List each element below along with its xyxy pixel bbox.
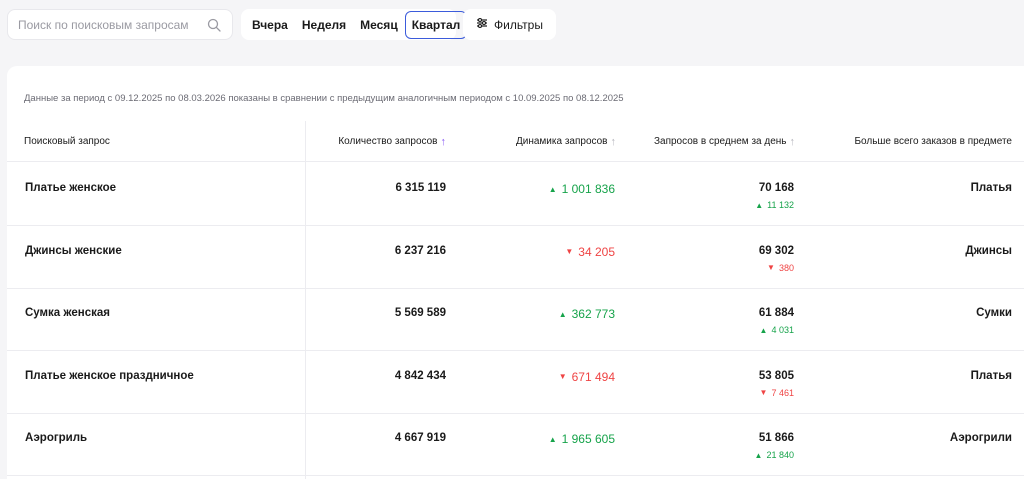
period-quarter-button[interactable]: Квартал	[404, 10, 468, 39]
avg-delta-value: 4 031	[771, 325, 794, 335]
avg-per-day: 61 884	[758, 307, 794, 319]
column-dynamics[interactable]: Динамика запросов ↑	[516, 121, 616, 162]
top-toolbar: Вчера Неделя Месяц Квартал Фильтры	[0, 0, 1024, 60]
query-text[interactable]: Джинсы женские	[25, 245, 122, 257]
avg-delta: ▼ 380	[767, 263, 794, 273]
triangle-down-icon: ▼	[759, 388, 768, 397]
triangle-down-icon: ▼	[767, 263, 775, 272]
triangle-up-icon: ▲	[558, 309, 567, 319]
column-query-label: Поисковый запрос	[24, 136, 110, 147]
query-text[interactable]: Аэрогриль	[25, 432, 87, 444]
search-box[interactable]	[7, 9, 233, 40]
dynamics-value: 34 205	[578, 244, 615, 259]
column-subject: Больше всего заказов в предмете	[854, 121, 1012, 162]
query-count: 6 315 119	[395, 182, 446, 194]
triangle-up-icon: ▲	[754, 450, 763, 460]
avg-delta-value: 380	[778, 262, 794, 273]
column-dynamics-label: Динамика запросов	[515, 136, 608, 147]
period-selector: Вчера Неделя Месяц Квартал	[241, 9, 468, 40]
avg-per-day: 53 805	[758, 369, 794, 382]
query-dynamics: ▼ 671 494	[559, 370, 615, 384]
query-count: 4 842 434	[394, 369, 446, 382]
triangle-up-icon: ▲	[548, 184, 557, 194]
column-avg[interactable]: Запросов в среднем за день ↑	[654, 121, 795, 162]
period-yesterday-button[interactable]: Вчера	[245, 11, 295, 39]
sort-arrow-icon[interactable]: ↑	[790, 136, 796, 148]
query-dynamics: ▲ 1 001 836	[549, 182, 615, 196]
table-row[interactable]: Сумка женская 5 569 589 ▲ 362 773 61 884…	[7, 288, 1024, 351]
column-avg-label: Запросов в среднем за день	[653, 136, 787, 147]
sort-arrow-icon[interactable]: ↑	[441, 136, 447, 148]
avg-delta: ▲ 4 031	[760, 325, 794, 335]
top-subject[interactable]: Аэрогрили	[950, 432, 1012, 444]
dynamics-value: 671 494	[571, 369, 615, 384]
triangle-up-icon: ▲	[759, 325, 768, 335]
column-count-label: Количество запросов	[338, 136, 438, 147]
filters-button[interactable]: Фильтры	[463, 9, 556, 40]
dynamics-value: 1 965 605	[561, 432, 615, 446]
period-month-button[interactable]: Месяц	[353, 11, 405, 39]
avg-per-day: 51 866	[758, 432, 794, 444]
search-icon[interactable]	[206, 17, 222, 33]
sliders-icon	[476, 17, 488, 32]
dynamics-value: 362 773	[571, 307, 615, 321]
table-row[interactable]: Платье женское 6 315 119 ▲ 1 001 836 70 …	[7, 163, 1024, 226]
avg-delta-value: 21 840	[766, 450, 794, 460]
triangle-down-icon: ▼	[558, 372, 567, 381]
table-row[interactable]: Платье женское праздничное 4 842 434 ▼ 6…	[7, 351, 1024, 414]
query-count: 5 569 589	[394, 307, 446, 319]
avg-per-day: 70 168	[758, 182, 794, 194]
column-subject-label: Больше всего заказов в предмете	[854, 136, 1012, 147]
avg-delta: ▼ 7 461	[760, 388, 794, 398]
table-header: Поисковый запрос Количество запросов ↑ Ди…	[7, 121, 1024, 162]
avg-delta: ▲ 11 132	[755, 200, 794, 210]
table-row[interactable]: Джинсы женские 6 237 216 ▼ 34 205 69 302…	[7, 226, 1024, 289]
query-text[interactable]: Платье женское праздничное	[25, 370, 194, 382]
triangle-down-icon: ▼	[565, 247, 574, 256]
query-dynamics: ▲ 1 965 605	[549, 432, 615, 446]
filters-label: Фильтры	[494, 17, 543, 32]
triangle-up-icon: ▲	[548, 434, 557, 444]
avg-delta-value: 11 132	[767, 200, 794, 210]
avg-per-day: 69 302	[758, 244, 794, 257]
column-query: Поисковый запрос	[24, 121, 110, 162]
period-week-button[interactable]: Неделя	[295, 11, 353, 39]
top-subject[interactable]: Платья	[971, 370, 1012, 382]
results-panel: Данные за период с 09.12.2025 по 08.03.2…	[7, 66, 1024, 479]
query-count: 6 237 216	[394, 244, 446, 257]
query-dynamics: ▲ 362 773	[559, 307, 615, 321]
column-count[interactable]: Количество запросов ↑	[338, 121, 446, 162]
search-input[interactable]	[18, 17, 206, 32]
sort-arrow-icon[interactable]: ↑	[611, 136, 617, 148]
table-row[interactable]: Аэрогриль 4 667 919 ▲ 1 965 605 51 866 ▲…	[7, 413, 1024, 476]
period-comparison-note: Данные за период с 09.12.2025 по 08.03.2…	[24, 93, 624, 104]
avg-delta: ▲ 21 840	[755, 450, 794, 460]
avg-delta-value: 7 461	[771, 387, 794, 398]
query-dynamics: ▼ 34 205	[565, 245, 615, 259]
top-subject[interactable]: Джинсы	[965, 245, 1012, 257]
top-subject[interactable]: Платья	[971, 182, 1012, 194]
top-subject[interactable]: Сумки	[976, 307, 1012, 319]
query-text[interactable]: Сумка женская	[25, 307, 110, 319]
dynamics-value: 1 001 836	[561, 182, 615, 196]
triangle-up-icon: ▲	[755, 200, 764, 210]
query-text[interactable]: Платье женское	[25, 182, 116, 194]
query-count: 4 667 919	[394, 432, 446, 444]
